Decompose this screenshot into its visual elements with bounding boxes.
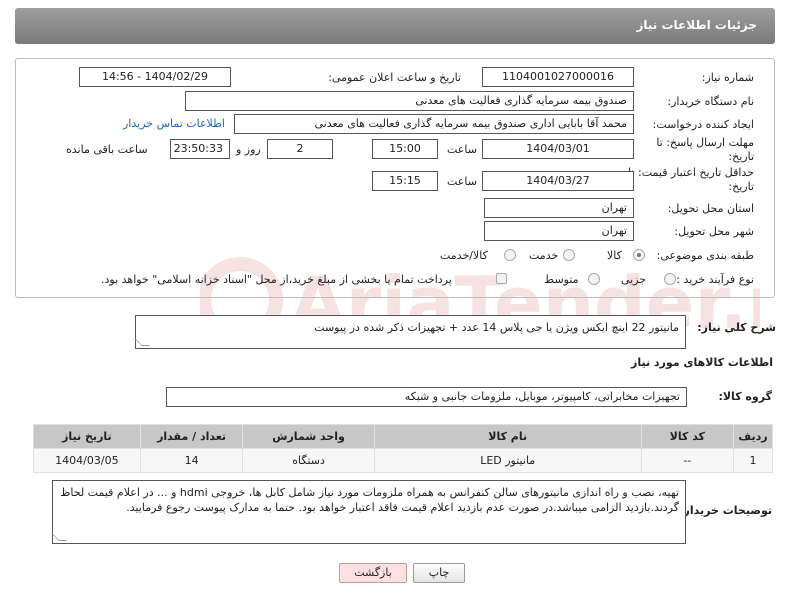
buyer-org-field: صندوق بیمه سرمایه گذاری فعالیت های معدنی — [185, 91, 634, 111]
category-radio-both[interactable] — [504, 249, 516, 261]
need-number-field: 1104001027000016 — [482, 67, 634, 87]
category-radio-goods[interactable] — [633, 249, 645, 261]
province-field: تهران — [484, 198, 634, 218]
row-index: 1 — [733, 448, 773, 473]
treasury-checkbox[interactable] — [496, 273, 507, 284]
row-unit: دستگاه — [242, 448, 375, 473]
page-header: جزئیات اطلاعات نیاز — [15, 8, 775, 44]
deadline-label: مهلت ارسال پاسخ: تا تاریخ: — [656, 136, 754, 163]
back-button[interactable]: بازگشت — [339, 563, 407, 583]
process-label: نوع فرآیند خرید : — [676, 273, 754, 286]
validity-date-field: 1404/03/27 — [482, 171, 634, 191]
col-date: تاریخ نیاز — [33, 424, 141, 449]
process-radio-minor[interactable] — [664, 273, 676, 285]
validity-time-label: ساعت — [447, 175, 477, 188]
city-label: شهر محل تحویل: — [674, 225, 754, 238]
summary-text: مانیتور 22 اینچ ایکس ویژن یا جی پلاس 14 … — [314, 321, 679, 334]
row-date: 1404/03/05 — [33, 448, 141, 473]
goods-group-field: تجهیزات مخابراتی، کامپیوتر، موبایل، ملزو… — [166, 387, 687, 407]
buyer-org-label: نام دستگاه خریدار: — [667, 95, 754, 108]
validity-label: حداقل تاریخ اعتبار قیمت: تا تاریخ: — [628, 166, 754, 193]
buyer-notes-text: تهیه، نصب و راه اندازی مانیتورهای سالن ک… — [60, 486, 679, 514]
resize-handle-icon[interactable] — [134, 338, 150, 346]
category-radio-service[interactable] — [563, 249, 575, 261]
requester-field: محمد آقا بابایی اداری صندوق بیمه سرمایه … — [234, 114, 634, 134]
buyer-notes-label: توضیحات خریدار: — [679, 504, 772, 517]
process-option-minor: جزیی — [621, 273, 647, 286]
page-title: جزئیات اطلاعات نیاز — [636, 18, 757, 32]
requester-label: ایجاد کننده درخواست: — [652, 118, 754, 131]
deadline-date-field: 1404/03/01 — [482, 139, 634, 159]
days-label: روز و — [236, 143, 261, 156]
category-option-goods: کالا — [607, 249, 622, 262]
announce-field: 1404/02/29 - 14:56 — [79, 67, 231, 87]
goods-table-header: ردیف کد کالا نام کالا واحد شمارش تعداد /… — [33, 424, 773, 449]
announce-label: تاریخ و ساعت اعلان عمومی: — [328, 71, 461, 84]
city-field: تهران — [484, 221, 634, 241]
goods-section-title: اطلاعات کالاهای مورد نیاز — [631, 356, 773, 369]
col-qty: تعداد / مقدار — [139, 424, 244, 449]
buyer-notes-textarea[interactable]: تهیه، نصب و راه اندازی مانیتورهای سالن ک… — [51, 480, 686, 544]
remaining-time-field: 23:50:33 — [170, 139, 230, 159]
row-code: -- — [640, 448, 735, 473]
summary-label: شرح کلی نیاز: — [697, 321, 776, 334]
print-button[interactable]: چاپ — [413, 563, 465, 583]
days-field: 2 — [267, 139, 333, 159]
province-label: استان محل تحویل: — [667, 202, 754, 215]
col-name: نام کالا — [373, 424, 642, 449]
col-unit: واحد شمارش — [242, 424, 375, 449]
process-option-medium: متوسط — [544, 273, 579, 286]
category-option-both: کالا/خدمت — [440, 249, 488, 262]
resize-handle-icon[interactable] — [51, 533, 67, 541]
goods-group-label: گروه کالا: — [718, 390, 772, 403]
deadline-time-label: ساعت — [447, 143, 477, 156]
category-option-service: خدمت — [529, 249, 559, 262]
goods-table: ردیف کد کالا نام کالا واحد شمارش تعداد /… — [33, 424, 773, 473]
validity-time-field: 15:15 — [372, 171, 438, 191]
summary-textarea[interactable]: مانیتور 22 اینچ ایکس ویژن یا جی پلاس 14 … — [134, 315, 686, 349]
remaining-label: ساعت باقی مانده — [66, 143, 148, 156]
need-number-label: شماره نیاز: — [701, 71, 754, 84]
row-qty: 14 — [139, 448, 244, 473]
col-index: ردیف — [733, 424, 773, 449]
buyer-contact-link[interactable]: اطلاعات تماس خریدار — [123, 117, 225, 130]
row-name: مانیتور LED — [373, 448, 642, 473]
payment-note: پرداخت تمام یا بخشی از مبلغ خرید،از محل … — [101, 273, 452, 286]
category-label: طبقه بندی موضوعی: — [656, 249, 754, 262]
col-code: کد کالا — [640, 424, 735, 449]
table-row: 1 -- مانیتور LED دستگاه 14 1404/03/05 — [33, 448, 773, 473]
deadline-time-field: 15:00 — [372, 139, 438, 159]
process-radio-medium[interactable] — [588, 273, 600, 285]
